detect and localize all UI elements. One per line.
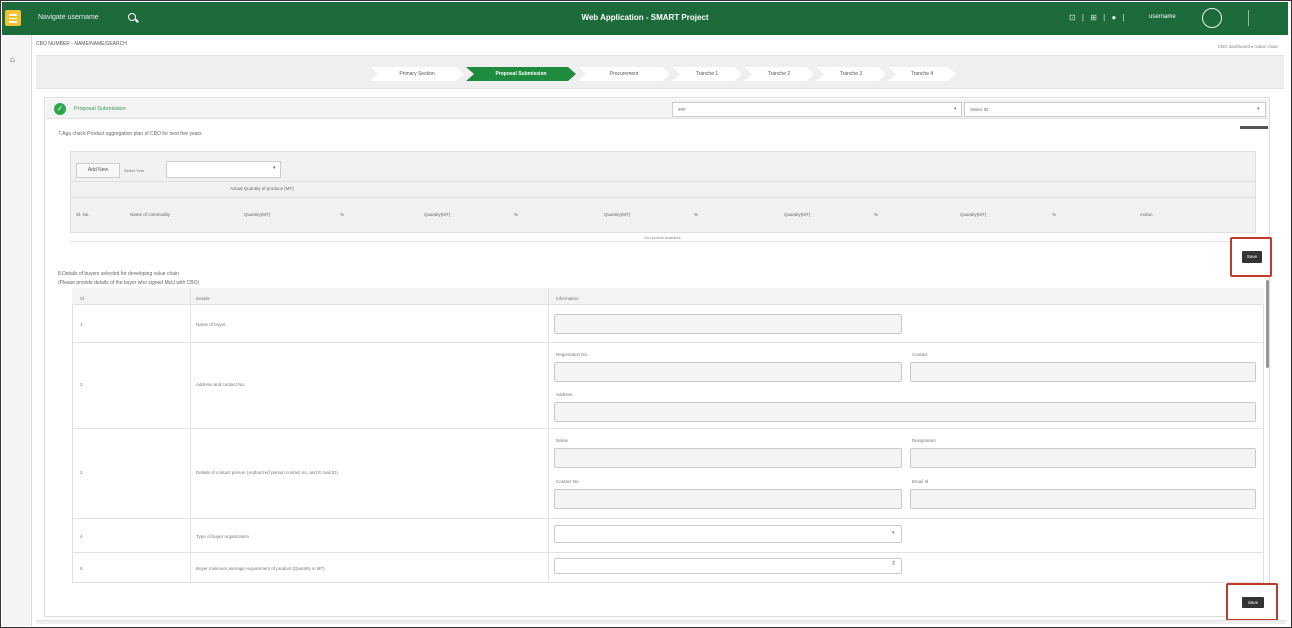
buyer-name-input[interactable] (554, 314, 902, 334)
collapse-bar[interactable] (1240, 126, 1268, 129)
section-select-2[interactable]: Select ID (964, 102, 1266, 117)
col-header: Name of commodity (130, 212, 171, 217)
step-tranche-4[interactable]: Tranche 4 (888, 67, 956, 81)
quantity-group-header: Actual Quantity of produce (MT) (230, 186, 294, 191)
contact-no-label: Contact No. (556, 479, 580, 484)
col-header: % (874, 212, 879, 217)
designation-input[interactable] (910, 448, 1256, 468)
step-tranche-1[interactable]: Tranche 1 (672, 67, 742, 81)
org-no-label: Registration No. (556, 352, 589, 357)
col-header: Sl. No. (76, 212, 90, 217)
col-header: % (694, 212, 699, 217)
step-tranche-2[interactable]: Tranche 2 (744, 67, 814, 81)
chevron-down-icon[interactable]: ▾ (273, 165, 276, 171)
row-detail: Buyer minimum average requirement of pro… (196, 566, 325, 571)
row-divider (72, 518, 1264, 519)
email-input[interactable] (910, 489, 1256, 509)
step-primary-section[interactable]: Primary Section (370, 67, 464, 81)
col-header: Quantity(MT) (784, 212, 811, 217)
row-divider (72, 552, 1264, 553)
chevron-down-icon[interactable]: ▾ (954, 106, 957, 112)
row-sl: 4 (80, 534, 83, 539)
col-header: Action (1140, 212, 1153, 217)
contact-input[interactable] (910, 362, 1256, 382)
row-detail: Address and contact No. (196, 382, 246, 387)
chevron-down-icon[interactable]: ▾ (1257, 106, 1260, 112)
min-requirement-input[interactable] (554, 558, 902, 574)
section-title: Proposal Submission (74, 106, 126, 112)
table-divider (70, 197, 1256, 198)
section-select-1[interactable]: ### (672, 102, 962, 117)
row-detail: Name of buyer (196, 322, 226, 327)
col-header: Quantity(MT) (244, 212, 271, 217)
col-header: Quantity(MT) (424, 212, 451, 217)
column-divider (190, 288, 191, 583)
step-tranche-3[interactable]: Tranche 3 (816, 67, 886, 81)
row-detail: Type of buyer organization (196, 534, 250, 539)
buyer-type-select[interactable] (554, 525, 902, 543)
row-sl: 3 (80, 470, 83, 475)
vertical-scrollbar[interactable] (1266, 280, 1269, 368)
buyers-subnote: (Please provide details of the buyer who… (58, 280, 200, 286)
contact-person-name-input[interactable] (554, 448, 902, 468)
col-header: % (1052, 212, 1057, 217)
left-sidebar: ⌂ (2, 35, 32, 626)
col-header: % (514, 212, 519, 217)
select-year-label: Select Year (124, 168, 145, 173)
user-avatar-icon[interactable] (1202, 8, 1222, 28)
contact-label: Contact (912, 352, 928, 357)
row-sl: 5 (80, 566, 83, 571)
chevron-down-icon[interactable]: ▾ (892, 530, 895, 536)
footer-strip (36, 620, 1286, 624)
add-new-button[interactable]: Add New (76, 163, 120, 178)
row-divider (72, 428, 1264, 429)
empty-state-row: No records available. (70, 233, 1256, 242)
top-bar: Navigate username Web Application - SMAR… (2, 2, 1288, 35)
row-sl: 1 (80, 322, 83, 327)
email-label: Email Id (912, 479, 929, 484)
aggregation-plan-note: 7.Aga check-Product aggregation plan of … (58, 131, 202, 137)
row-detail: Details of contact person (Authorized pe… (196, 470, 338, 475)
name-label: Name (556, 438, 569, 443)
breadcrumb[interactable]: CBO NUMBER - NAME/NAME/SEARCH (36, 41, 127, 47)
buyers-note: 8.Details of buyers selected for develop… (58, 271, 179, 277)
save-button[interactable]: Save (1242, 597, 1264, 608)
address-label: Address (556, 392, 573, 397)
header-details: Details (196, 296, 210, 301)
check-circle-icon: ✓ (54, 103, 66, 115)
designation-label: Designation (912, 438, 936, 443)
breadcrumb-right[interactable]: CBO dashboard ▸ Value chain (1218, 44, 1278, 50)
col-header: Quantity(MT) (604, 212, 631, 217)
save-button[interactable]: Save (1242, 251, 1262, 263)
col-header: Quantity(MT) (960, 212, 987, 217)
toolbar-divider (1248, 10, 1249, 26)
address-input[interactable] (554, 402, 1256, 422)
top-toolbar-icons[interactable]: ⊡ | ⊞ | ● | (1069, 13, 1127, 22)
user-name[interactable]: username (1149, 14, 1176, 20)
column-divider (548, 288, 549, 583)
step-proposal-submission[interactable]: Proposal Submission (466, 67, 576, 81)
table-divider (70, 181, 1256, 182)
header-sl: Sl. (80, 296, 86, 301)
step-procurement[interactable]: Procurement (578, 67, 670, 81)
col-header: % (340, 212, 345, 217)
row-divider (72, 342, 1264, 343)
home-icon[interactable]: ⌂ (10, 55, 15, 64)
select-year-dropdown[interactable] (166, 161, 281, 178)
header-information: Information (556, 296, 579, 301)
buyers-table-header (72, 288, 1264, 305)
contact-no-input[interactable] (554, 489, 902, 509)
row-sl: 2 (80, 382, 83, 387)
org-no-input[interactable] (554, 362, 902, 382)
stepper-arrows-icon[interactable]: ⇕ (891, 560, 896, 567)
